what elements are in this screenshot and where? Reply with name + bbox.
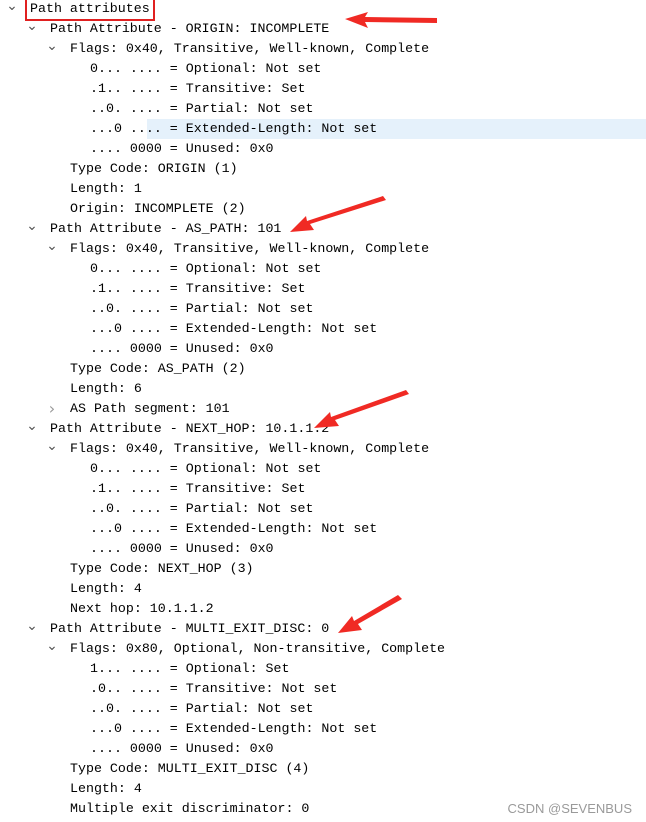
tree-row-label: Type Code: AS_PATH (2)	[70, 361, 246, 376]
tree-row[interactable]: ..0. .... = Partial: Not set	[0, 299, 646, 319]
tree-row-label: Path Attribute - MULTI_EXIT_DISC: 0	[50, 621, 330, 636]
chevron-down-icon[interactable]: ⌄	[26, 219, 38, 239]
tree-row[interactable]: ...0 .... = Extended-Length: Not set	[0, 119, 646, 139]
tree-row[interactable]: Origin: INCOMPLETE (2)	[0, 199, 646, 219]
tree-row-label: .... 0000 = Unused: 0x0	[90, 341, 274, 356]
packet-details-tree: ⌄ Path attributes ⌄ Path Attribute - ORIGIN…	[0, 0, 646, 819]
tree-row-label: Flags: 0x80, Optional, Non-transitive, C…	[70, 641, 446, 656]
chevron-down-icon[interactable]: ⌄	[26, 419, 38, 439]
chevron-down-icon[interactable]: ⌄	[6, 0, 18, 19]
tree-row-label: ..0. .... = Partial: Not set	[90, 501, 314, 516]
tree-row-label: .0.. .... = Transitive: Not set	[90, 681, 338, 696]
tree-row-label: .1.. .... = Transitive: Set	[90, 481, 306, 496]
tree-row[interactable]: .1.. .... = Transitive: Set	[0, 479, 646, 499]
tree-row-label: 0... .... = Optional: Not set	[90, 461, 322, 476]
tree-row[interactable]: ⌄ Flags: 0x40, Transitive, Well-known, Co…	[0, 239, 646, 259]
tree-row-label: Next hop: 10.1.1.2	[70, 601, 214, 616]
tree-row-label: AS Path segment: 101	[70, 401, 230, 416]
tree-row-label: ..0. .... = Partial: Not set	[90, 101, 314, 116]
tree-row-label: Type Code: MULTI_EXIT_DISC (4)	[70, 761, 310, 776]
tree-row-label: Length: 4	[70, 581, 142, 596]
tree-row[interactable]: ⌄ Flags: 0x40, Transitive, Well-known, Co…	[0, 39, 646, 59]
watermark: CSDN @SEVENBUS	[507, 801, 632, 816]
tree-row-label: Path Attribute - AS_PATH: 101	[50, 221, 282, 236]
tree-row-label: ...0 .... = Extended-Length: Not set	[90, 121, 378, 136]
tree-row[interactable]: Length: 1	[0, 179, 646, 199]
tree-row[interactable]: ⌄ Path Attribute - MULTI_EXIT_DISC: 0	[0, 619, 646, 639]
tree-row[interactable]: ...0 .... = Extended-Length: Not set	[0, 719, 646, 739]
tree-row-label: ..0. .... = Partial: Not set	[90, 301, 314, 316]
tree-row[interactable]: 1... .... = Optional: Set	[0, 659, 646, 679]
tree-row[interactable]: .0.. .... = Transitive: Not set	[0, 679, 646, 699]
tree-row[interactable]: ⌄ Path Attribute - ORIGIN: INCOMPLETE	[0, 19, 646, 39]
tree-row-label: .1.. .... = Transitive: Set	[90, 281, 306, 296]
chevron-down-icon[interactable]: ⌄	[46, 439, 58, 459]
tree-row[interactable]: 0... .... = Optional: Not set	[0, 59, 646, 79]
tree-row[interactable]: .1.. .... = Transitive: Set	[0, 79, 646, 99]
tree-row-label: Length: 1	[70, 181, 142, 196]
tree-row[interactable]: ..0. .... = Partial: Not set	[0, 699, 646, 719]
chevron-down-icon[interactable]: ⌄	[26, 619, 38, 639]
tree-row-label: Length: 4	[70, 781, 142, 796]
tree-row[interactable]: ...0 .... = Extended-Length: Not set	[0, 519, 646, 539]
tree-row[interactable]: .... 0000 = Unused: 0x0	[0, 539, 646, 559]
tree-row[interactable]: › AS Path segment: 101	[0, 399, 646, 419]
tree-row-label: ..0. .... = Partial: Not set	[90, 701, 314, 716]
tree-row[interactable]: .... 0000 = Unused: 0x0	[0, 739, 646, 759]
tree-row[interactable]: 0... .... = Optional: Not set	[0, 259, 646, 279]
tree-row-label: Type Code: NEXT_HOP (3)	[70, 561, 254, 576]
tree-row-label: Origin: INCOMPLETE (2)	[70, 201, 246, 216]
tree-row-label: ...0 .... = Extended-Length: Not set	[90, 521, 378, 536]
tree-row[interactable]: .... 0000 = Unused: 0x0	[0, 339, 646, 359]
tree-row-label: Flags: 0x40, Transitive, Well-known, Com…	[70, 41, 430, 56]
chevron-down-icon[interactable]: ⌄	[46, 639, 58, 659]
tree-row-label: ...0 .... = Extended-Length: Not set	[90, 721, 378, 736]
tree-row[interactable]: ...0 .... = Extended-Length: Not set	[0, 319, 646, 339]
tree-row-label: ...0 .... = Extended-Length: Not set	[90, 321, 378, 336]
tree-row[interactable]: ⌄ Flags: 0x80, Optional, Non-transitive, …	[0, 639, 646, 659]
tree-row[interactable]: Next hop: 10.1.1.2	[0, 599, 646, 619]
tree-row-label: 1... .... = Optional: Set	[90, 661, 290, 676]
tree-row-label: Multiple exit discriminator: 0	[70, 801, 310, 816]
tree-row-label: 0... .... = Optional: Not set	[90, 261, 322, 276]
tree-row[interactable]: Type Code: AS_PATH (2)	[0, 359, 646, 379]
tree-row-label: Flags: 0x40, Transitive, Well-known, Com…	[70, 441, 430, 456]
chevron-down-icon[interactable]: ⌄	[46, 39, 58, 59]
tree-row[interactable]: ⌄ Path Attribute - NEXT_HOP: 10.1.1.2	[0, 419, 646, 439]
tree-row-label: .... 0000 = Unused: 0x0	[90, 541, 274, 556]
tree-row-label: Path Attribute - ORIGIN: INCOMPLETE	[50, 21, 330, 36]
chevron-down-icon[interactable]: ⌄	[46, 239, 58, 259]
tree-row[interactable]: Length: 4	[0, 779, 646, 799]
tree-row-label: Length: 6	[70, 381, 142, 396]
tree-row-label: .... 0000 = Unused: 0x0	[90, 141, 274, 156]
tree-row[interactable]: ..0. .... = Partial: Not set	[0, 499, 646, 519]
tree-row-label: .1.. .... = Transitive: Set	[90, 81, 306, 96]
tree-row-label: Type Code: ORIGIN (1)	[70, 161, 238, 176]
tree-row-label: 0... .... = Optional: Not set	[90, 61, 322, 76]
tree-row[interactable]: .... 0000 = Unused: 0x0	[0, 139, 646, 159]
tree-row[interactable]: ⌄ Path attributes	[0, 0, 646, 21]
tree-row[interactable]: ..0. .... = Partial: Not set	[0, 99, 646, 119]
tree-row[interactable]: ⌄ Flags: 0x40, Transitive, Well-known, Co…	[0, 439, 646, 459]
tree-row-label: Flags: 0x40, Transitive, Well-known, Com…	[70, 241, 430, 256]
tree-row[interactable]: Type Code: NEXT_HOP (3)	[0, 559, 646, 579]
chevron-down-icon[interactable]: ⌄	[26, 19, 38, 39]
tree-row[interactable]: .1.. .... = Transitive: Set	[0, 279, 646, 299]
chevron-right-icon[interactable]: ›	[46, 399, 58, 419]
tree-row-label: .... 0000 = Unused: 0x0	[90, 741, 274, 756]
tree-row[interactable]: 0... .... = Optional: Not set	[0, 459, 646, 479]
tree-row-label: Path attributes	[25, 0, 155, 21]
tree-row[interactable]: Length: 4	[0, 579, 646, 599]
tree-row-label: Path Attribute - NEXT_HOP: 10.1.1.2	[50, 421, 330, 436]
tree-row[interactable]: ⌄ Path Attribute - AS_PATH: 101	[0, 219, 646, 239]
tree-row[interactable]: Type Code: MULTI_EXIT_DISC (4)	[0, 759, 646, 779]
tree-row[interactable]: Type Code: ORIGIN (1)	[0, 159, 646, 179]
tree-row[interactable]: Length: 6	[0, 379, 646, 399]
